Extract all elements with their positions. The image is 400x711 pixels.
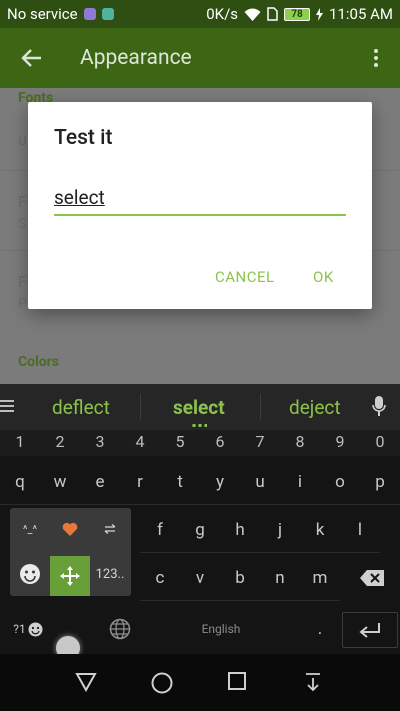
key-o[interactable]: o [320,460,360,505]
key-f[interactable]: f [140,508,180,553]
battery-icon: 78 [284,7,311,21]
notification-app-icon [83,8,96,20]
settings-item-title[interactable]: F [18,272,27,291]
emoticon-key[interactable]: ^_^ [10,512,50,546]
key-h[interactable]: h [220,508,260,553]
sim-icon [267,7,278,21]
back-button[interactable] [0,47,64,69]
key-7[interactable]: 7 [240,432,280,451]
section-header-colors: Colors [18,354,59,370]
key-p[interactable]: p [360,460,400,505]
cancel-button[interactable]: CANCEL [215,268,275,286]
navigation-bar [0,654,400,711]
symbols-key[interactable]: ?1 [6,606,50,652]
settings-item-title[interactable]: u [18,130,27,149]
key-8[interactable]: 8 [280,432,320,451]
backspace-icon [360,570,384,586]
key-r[interactable]: r [120,460,160,505]
enter-key[interactable] [342,612,398,648]
language-key[interactable] [96,606,144,652]
test-text-input[interactable]: select [54,186,346,216]
space-bar[interactable]: English [148,606,294,652]
key-v[interactable]: v [180,556,220,601]
key-1[interactable]: 1 [0,432,40,451]
key-e[interactable]: e [80,460,120,505]
charging-icon [316,7,324,21]
key-2[interactable]: 2 [40,432,80,451]
network-speed: 0K/s [206,5,239,23]
key-n[interactable]: n [260,556,300,601]
key-u[interactable]: u [240,460,280,505]
test-dialog: Test it select CANCEL OK [28,102,372,309]
key-g[interactable]: g [180,508,220,553]
key-5[interactable]: 5 [160,432,200,451]
numbers-key[interactable]: 123.. [90,556,130,592]
input-value: select [54,186,105,209]
settings-item-subtitle: P [18,296,27,312]
enter-icon [359,623,380,638]
move-icon [60,566,80,586]
emoji-key[interactable] [10,556,50,592]
favorite-key[interactable] [50,512,90,546]
number-row: 1 2 3 4 5 6 7 8 9 0 [0,430,400,456]
suggestion-item-selected[interactable]: select [173,396,225,419]
status-bar: No service 0K/s 78 11:05 AM [0,0,400,28]
nav-back-icon[interactable] [75,672,97,692]
menu-icon[interactable] [0,400,14,413]
key-9[interactable]: 9 [320,432,360,451]
key-w[interactable]: w [40,460,80,505]
key-0[interactable]: 0 [360,432,400,451]
key-6[interactable]: 6 [200,432,240,451]
key-3[interactable]: 3 [80,432,120,451]
suggestion-bar: deflect select deject [0,384,400,430]
globe-icon [109,618,131,640]
key-i[interactable]: i [280,460,320,505]
app-bar: Appearance [0,28,400,88]
suggestion-separator [260,394,261,420]
move-keyboard-key[interactable] [50,556,90,596]
suggestion-indicator [191,424,207,427]
emoji-icon [20,564,40,584]
nav-notifications-pull-icon[interactable] [305,672,321,692]
switch-key[interactable] [90,512,130,546]
symbols-label: ?1 [13,622,26,636]
key-q[interactable]: q [0,460,40,505]
arrow-left-icon [21,49,41,67]
clock: 11:05 AM [329,5,393,23]
key-m[interactable]: m [300,556,340,601]
key-k[interactable]: k [300,508,340,553]
ok-button[interactable]: OK [313,268,334,286]
key-j[interactable]: j [260,508,300,553]
battery-level: 78 [291,8,303,20]
suggestion-separator [140,394,141,420]
key-l[interactable]: l [340,508,380,553]
nav-home-icon[interactable] [151,672,173,694]
swap-icon [104,524,116,534]
keyboard-shortcut-popup: ^_^ 123.. [10,508,131,596]
dialog-title: Test it [54,126,113,150]
settings-item-subtitle: S [18,216,27,232]
settings-item-title[interactable]: F [18,192,27,211]
suggestion-item[interactable]: deflect [52,396,110,419]
key-y[interactable]: y [200,460,240,505]
key-b[interactable]: b [220,556,260,601]
carrier-text: No service [7,5,78,23]
nav-recents-icon[interactable] [228,672,246,690]
backspace-key[interactable] [348,556,396,600]
emoji-icon [28,622,43,636]
key-c[interactable]: c [140,556,180,601]
key-4[interactable]: 4 [120,432,160,451]
period-key[interactable]: . [300,606,340,652]
microphone-icon[interactable] [372,396,386,418]
key-t[interactable]: t [160,460,200,505]
suggestion-item[interactable]: deject [289,396,341,419]
page-title: Appearance [80,46,192,70]
more-vert-icon [374,49,378,67]
overflow-menu-button[interactable] [352,48,400,68]
wifi-icon [244,8,261,21]
heart-icon [62,522,78,536]
notification-app-icon [101,8,114,20]
